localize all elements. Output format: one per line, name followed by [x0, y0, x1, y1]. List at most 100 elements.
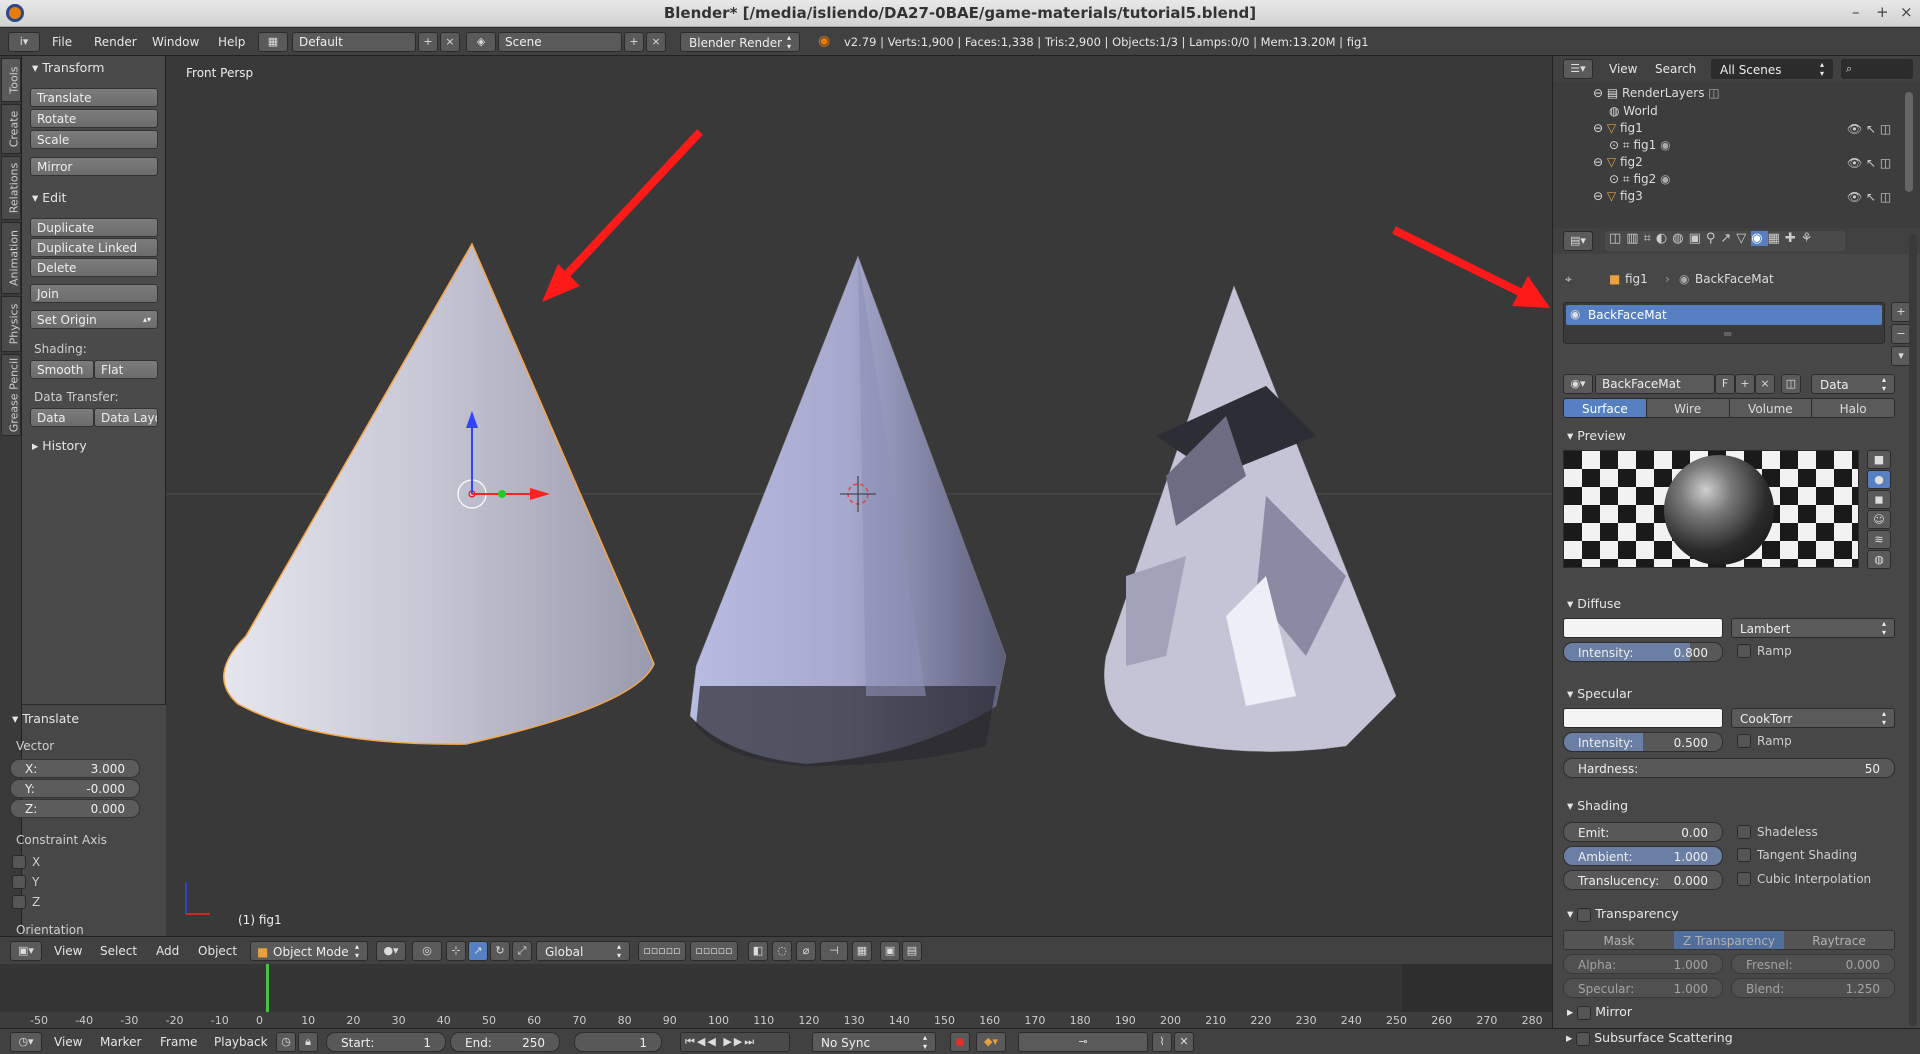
transform-orientation-dropdown[interactable]: Global: [536, 941, 630, 961]
diffuse-panel-header[interactable]: ▾ Diffuse: [1567, 596, 1621, 611]
outliner-menu-search[interactable]: Search: [1655, 62, 1696, 76]
3d-viewport[interactable]: Front Persp (1) fig1: [166, 56, 1552, 936]
alpha-slider[interactable]: Alpha: 1.000: [1563, 954, 1723, 974]
material-link-dropdown[interactable]: Data: [1811, 374, 1895, 394]
tl-menu-marker[interactable]: Marker: [100, 1035, 141, 1049]
shadeless-checkbox[interactable]: [1737, 825, 1751, 839]
outliner-scrollbar[interactable]: [1905, 92, 1913, 192]
ambient-slider[interactable]: Ambient: 1.000: [1563, 846, 1723, 866]
outliner-row-fig3[interactable]: ⊖ ▽ fig3: [1593, 189, 1643, 209]
diffuse-color-swatch[interactable]: [1563, 618, 1723, 638]
specular-shader-dropdown[interactable]: CookTorr: [1731, 708, 1895, 728]
unlink-material-icon[interactable]: ×: [1755, 374, 1775, 394]
active-keying-set-field[interactable]: ⊸: [1018, 1032, 1148, 1052]
preview-panel-header[interactable]: ▾ Preview: [1567, 428, 1626, 443]
remove-slot-icon[interactable]: −: [1891, 324, 1911, 344]
slot-specials-icon[interactable]: ▾: [1891, 346, 1911, 366]
scale-manip-icon[interactable]: ⤢: [512, 941, 532, 961]
remove-layout-icon[interactable]: ×: [440, 32, 460, 52]
diffuse-intensity-slider[interactable]: Intensity: 0.800: [1563, 642, 1723, 662]
translate-button[interactable]: Translate: [30, 88, 158, 107]
tangent-shading-checkbox[interactable]: [1737, 848, 1751, 862]
add-layout-icon[interactable]: +: [418, 32, 438, 52]
properties-editor-type-icon[interactable]: ▤▾: [1563, 231, 1593, 251]
insert-keyframe-icon[interactable]: ⌇: [1152, 1032, 1172, 1052]
specular-intensity-slider[interactable]: Intensity: 0.500: [1563, 732, 1723, 752]
layers-right-icon[interactable]: ▫▫▫▫▫: [690, 941, 738, 961]
browse-material-icon[interactable]: ◉▾: [1563, 374, 1593, 394]
tab-raytrace[interactable]: Raytrace: [1784, 931, 1894, 949]
tab-mask[interactable]: Mask: [1564, 931, 1674, 949]
preview-sky-icon[interactable]: ◍: [1867, 550, 1891, 569]
properties-scrollbar[interactable]: [1909, 234, 1917, 1026]
emit-field[interactable]: Emit: 0.00: [1563, 822, 1723, 842]
lock-range-icon[interactable]: 🔒︎: [298, 1032, 318, 1052]
pin-icon[interactable]: ⌖: [1565, 272, 1572, 287]
mirror-button[interactable]: Mirror: [30, 157, 158, 176]
layers-left-icon[interactable]: ▫▫▫▫▫: [638, 941, 686, 961]
tab-grease-pencil[interactable]: Grease Pencil: [1, 354, 21, 436]
diffuse-ramp-checkbox[interactable]: [1737, 644, 1751, 658]
tab-wire[interactable]: Wire: [1645, 399, 1729, 417]
menu-help[interactable]: Help: [218, 35, 245, 49]
rotate-button[interactable]: Rotate: [30, 109, 158, 128]
preview-flat-icon[interactable]: ■: [1867, 450, 1891, 469]
delete-button[interactable]: Delete: [30, 258, 158, 277]
transparency-panel-header[interactable]: ▾ Transparency: [1567, 906, 1679, 922]
vp-menu-select[interactable]: Select: [100, 944, 137, 958]
edit-panel-header[interactable]: ▾ Edit: [32, 190, 66, 205]
display-mode-dropdown[interactable]: All Scenes: [1711, 59, 1833, 79]
duplicate-button[interactable]: Duplicate: [30, 218, 158, 237]
data-transfer-button[interactable]: Data: [30, 408, 94, 427]
snap-icon[interactable]: ⌀: [796, 941, 816, 961]
material-slot-row[interactable]: ◉ BackFaceMat: [1566, 305, 1882, 325]
translucency-slider[interactable]: Translucency: 0.000: [1563, 870, 1723, 890]
sss-panel-header[interactable]: ▸ Subsurface Scattering: [1566, 1030, 1733, 1046]
preview-range-icon[interactable]: ◷: [276, 1032, 296, 1052]
mirror-checkbox[interactable]: [1577, 1005, 1592, 1020]
visibility-eye-icon[interactable]: 👁︎ ↖ ◫: [1847, 190, 1891, 204]
preview-monkey-icon[interactable]: ☺: [1867, 510, 1891, 529]
blend-slider[interactable]: Blend: 1.250: [1731, 978, 1895, 998]
diffuse-shader-dropdown[interactable]: Lambert: [1731, 618, 1895, 638]
specular-panel-header[interactable]: ▾ Specular: [1567, 686, 1632, 701]
shading-mode-icon[interactable]: ●▾: [376, 941, 406, 961]
remove-scene-icon[interactable]: ×: [646, 32, 666, 52]
timeline-editor[interactable]: -50 -40 -30 -20 -10 0 10 20 30 40 50 60 70 80 90 100 110…: [0, 964, 1552, 1028]
opengl-render-icon[interactable]: ▣: [880, 941, 900, 961]
preview-hair-icon[interactable]: ≋: [1867, 530, 1891, 549]
layout-field[interactable]: Default: [292, 32, 416, 52]
tab-relations[interactable]: Relations: [1, 156, 21, 220]
playback-controls-icon[interactable]: ⏮◀◀ ▶▶⏭: [680, 1032, 790, 1052]
preview-cube-icon[interactable]: ◼: [1867, 490, 1891, 509]
outliner-menu-view[interactable]: View: [1609, 62, 1637, 76]
data-layout-button[interactable]: Data Layo: [94, 408, 158, 427]
proportional-edit-icon[interactable]: ◌: [772, 941, 792, 961]
hardness-field[interactable]: Hardness: 50: [1563, 758, 1895, 778]
new-material-icon[interactable]: +: [1735, 374, 1755, 394]
constraint-z-checkbox[interactable]: [12, 895, 26, 909]
tab-volume[interactable]: Volume: [1728, 399, 1812, 417]
maximize-button[interactable]: +: [1876, 3, 1889, 21]
outliner-row-renderlayers[interactable]: ⊖ ▤ RenderLayers ◫: [1593, 86, 1720, 106]
tl-menu-view[interactable]: View: [54, 1035, 82, 1049]
timeline-editor-type-icon[interactable]: ◷▾: [10, 1032, 42, 1052]
vp-menu-add[interactable]: Add: [156, 944, 179, 958]
join-button[interactable]: Join: [30, 284, 158, 303]
properties-context-tabs[interactable]: ◫▥⌗◐◍▣⚲↗▽◉▦✚⚘: [1605, 231, 1845, 251]
translate-y-field[interactable]: Y: -0.000: [10, 779, 140, 798]
cubic-interpolation-checkbox[interactable]: [1737, 872, 1751, 886]
keying-set-icon[interactable]: ◆▾: [976, 1032, 1006, 1052]
add-scene-icon[interactable]: +: [624, 32, 644, 52]
outliner-search-input[interactable]: ⌕: [1841, 59, 1913, 79]
list-resize-grip-icon[interactable]: ═: [1724, 327, 1731, 341]
tl-menu-frame[interactable]: Frame: [160, 1035, 197, 1049]
tab-surface[interactable]: Surface: [1564, 399, 1646, 417]
menu-file[interactable]: File: [52, 35, 72, 49]
rotate-manip-icon[interactable]: ↻: [490, 941, 510, 961]
add-slot-icon[interactable]: +: [1891, 302, 1911, 322]
scale-button[interactable]: Scale: [30, 130, 158, 149]
scene-field[interactable]: Scene: [498, 32, 622, 52]
current-frame-field[interactable]: 1: [574, 1032, 662, 1052]
end-frame-field[interactable]: End: 250: [450, 1032, 560, 1052]
